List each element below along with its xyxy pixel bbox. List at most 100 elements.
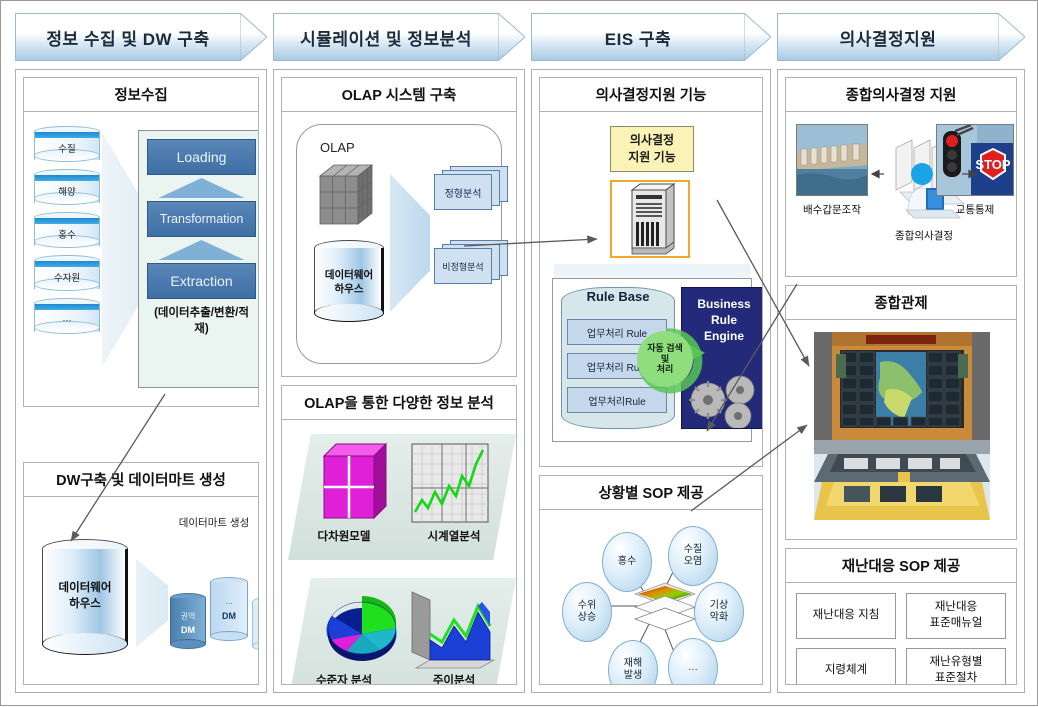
olap-cube-icon [314,162,376,225]
sop-bubble-line1: 수질 [683,543,703,555]
datamart-cylinder: … DM [210,577,248,643]
analysis-label-timeseries: 시계열분석 [427,531,481,543]
datamart-top-label: … [252,613,258,622]
source-cylinder: 수자원 [34,255,100,295]
panel-integrated-control-title: 종합관제 [786,286,1016,320]
multidim-model-icon [320,442,396,531]
engine-line3: Engine [703,329,744,344]
panel-olap-analysis-title: OLAP을 통한 다양한 정보 분석 [282,386,516,420]
disaster-sop-cell[interactable]: 지령체계 [796,648,896,684]
dw-label-line2: 하우스 [69,597,101,610]
sop-bubble-line1: 수위 [577,599,597,611]
funnel-shape [102,132,138,367]
disaster-sop-cell[interactable]: 재난대응 표준매뉴얼 [906,593,1006,639]
panel-integrated-decision: 종합의사결정 지원 배수갑문조작 종합의사결정 STOP 교통통제 [785,77,1017,277]
server-box [610,180,690,258]
etl-up-arrow-icon [147,175,256,201]
source-cylinder-label: 해양 [58,187,76,198]
disaster-sop-grid: 재난대응 지침 재난대응 표준매뉴얼 지령체계 재난유형별 표준절차 장비 운영 [796,593,1006,684]
phase-arrow-3: EIS 구축 [531,11,772,63]
analysis-label-trend: 주이분석 [432,675,476,684]
column-simulation-analysis: OLAP 시스템 구축 OLAP 데이터웨어 하우스 정형분석 비정형분석 OL… [273,69,525,693]
column-data-collection: 정보수집 수질 해양 홍수 수자원 … Loading Transformati… [15,69,267,693]
sop-cell-line1: 지령체계 [824,664,868,677]
etl-caption: (데이터추출/변환/적재) [154,307,249,335]
control-room-photo [814,332,990,520]
datamart-name: DM [181,625,195,635]
sop-bubble-line2: 오염 [683,556,703,567]
panel-integrated-decision-title: 종합의사결정 지원 [786,78,1016,112]
panel-dw-datamart: DW구축 및 데이터마트 생성 데이터웨어 하우스 데이터마트 생성 권역 DM… [23,462,259,685]
source-cylinder-label: … [62,313,72,324]
sop-bubble-line1: … [688,661,698,673]
decision-arrows [870,169,978,179]
auto-search-process-badge: 자동 검색 및 처리 [637,331,693,387]
datamart-name: DM [252,627,258,637]
source-cylinder: … [34,298,100,338]
phase-arrow-1-label: 정보 수집 및 DW 구축 [46,29,210,49]
panel-information-collection: 정보수집 수질 해양 홍수 수자원 … Loading Transformati… [23,77,259,407]
server-icon [630,183,676,255]
timeseries-chart-icon [410,442,490,529]
structured-analysis-label: 정형분석 [444,188,482,200]
panel-situational-sop-title: 상황별 SOP 제공 [540,476,762,510]
phase-arrow-2-tip [497,11,526,63]
panel-dw-datamart-title: DW구축 및 데이터마트 생성 [24,463,258,497]
panel-situational-sop: 상황별 SOP 제공 홍수 수질 오염 기상 악화 … 재해 발생 수위 상승 [539,475,763,685]
map-layers-icon [633,582,697,639]
phase-arrow-2: 시뮬레이션 및 정보분석 [273,11,526,63]
sop-cell-line2: 표준절차 [934,672,978,684]
unstructured-analysis-docs: 비정형분석 [434,240,508,284]
sop-bubble-line1: 재해 [623,657,643,669]
phase-arrow-4-tip [997,11,1026,63]
data-warehouse-cylinder: 데이터웨어 하우스 [42,539,128,657]
phase-arrow-2-label: 시뮬레이션 및 정보분석 [300,29,472,49]
sop-bubble: 홍수 [602,532,652,592]
sop-bubble: 수질 오염 [668,526,718,586]
panel-dss-function-title: 의사결정지원 기능 [540,78,762,112]
sop-bubble-line2: 상승 [577,612,597,623]
sop-cell-line2: 표준매뉴얼 [929,617,983,629]
etl-transformation-box: Transformation [147,201,256,237]
source-cylinder: 수질 [34,126,100,166]
sop-bubble-line1: 홍수 [617,555,637,567]
disaster-sop-cell[interactable]: 재난유형별 표준절차 [906,648,1006,684]
sop-bubble-line2: 발생 [623,670,643,681]
green-line1: 자동 검색 [647,342,683,353]
sop-bubble: 기상 악화 [694,582,744,642]
analysis-label-level: 수준자 분석 [315,675,373,684]
etl-extraction-box: Extraction [147,263,256,299]
source-cylinder-label: 홍수 [58,230,76,241]
data-warehouse-label: 데이터웨어 하우스 [42,581,128,612]
sop-bubble-line1: 기상 [709,599,729,611]
disaster-sop-cell[interactable]: 재난대응 지침 [796,593,896,639]
panel-olap-system-title: OLAP 시스템 구축 [282,78,516,112]
etl-process-box: Loading Transformation Extraction (데이터추출… [138,130,258,388]
source-cylinder-label: 수질 [58,144,76,155]
dw-label-line1: 데이터웨어 [58,582,112,594]
column-eis: 의사결정지원 기능 의사결정 지원 기능 Rule Base 업무처리 Rule… [531,69,771,693]
trend-analysis-icon [408,586,500,675]
sop-cell-line1: 재난대응 지침 [812,609,880,622]
phase-arrow-1: 정보 수집 및 DW 구축 [15,11,268,63]
panel-integrated-control: 종합관제 [785,285,1017,540]
olap-dw-line2: 하우스 [334,283,364,296]
phase-arrow-4: 의사결정지원 [777,11,1026,63]
datamart-caption: 데이터마트 생성 [178,517,250,529]
datamart-top-label: 권역 [180,612,196,621]
olap-dw-line1: 데이터웨어 [324,269,374,281]
structured-analysis-docs: 정형분석 [434,166,508,210]
datamart-funnel-shape [136,559,168,647]
phase-arrow-1-tip [239,11,268,63]
phase-arrow-3-tip [743,11,772,63]
dss-box-line1: 의사결정 [629,132,675,147]
source-cylinder-label: 수자원 [53,273,81,284]
source-cylinder-list: 수질 해양 홍수 수자원 … [34,126,100,341]
etl-up-arrow-icon [147,237,256,263]
sop-bubble: 수위 상승 [562,582,612,642]
datamart-top-label: … [225,597,233,606]
engine-line2: Rule [710,313,737,328]
rule-engine-container: Rule Base 업무처리 Rule 업무처리 Rule 업무처리Rule B… [552,278,762,442]
panel-disaster-sop: 재난대응 SOP 제공 재난대응 지침 재난대응 표준매뉴얼 지령체계 재난유형… [785,548,1017,685]
datamart-cylinder: … DM [252,597,258,653]
